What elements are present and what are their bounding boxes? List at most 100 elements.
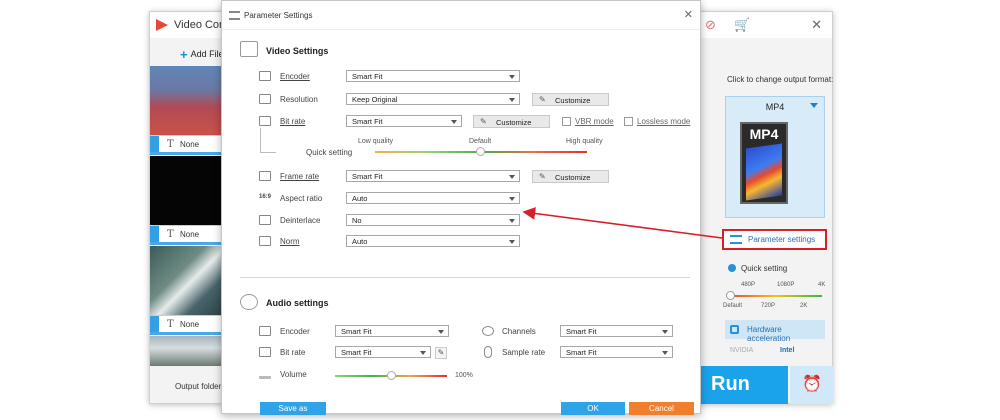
- subtitle-value: None: [180, 140, 200, 149]
- separator: [150, 242, 221, 245]
- aspect-ratio-icon: 16:9: [259, 194, 272, 200]
- cart-icon[interactable]: 🛒: [734, 17, 750, 33]
- norm-icon: [259, 236, 271, 246]
- tick-label: 480P: [741, 282, 756, 288]
- quick-setting-label: Quick setting: [741, 264, 788, 273]
- encoder-icon: [259, 71, 271, 81]
- pencil-icon[interactable]: ✎: [435, 347, 447, 359]
- volume-slider-handle[interactable]: [387, 371, 396, 380]
- volume-label: Volume: [280, 370, 307, 379]
- default-label: Default: [469, 138, 492, 145]
- tick-label: 1080P: [777, 282, 795, 288]
- close-icon[interactable]: ✕: [811, 17, 822, 33]
- video-bitrate-select[interactable]: Smart Fit: [346, 115, 462, 127]
- channels-label: Channels: [502, 327, 536, 336]
- select-value: Auto: [352, 237, 368, 246]
- channels-select[interactable]: Smart Fit: [560, 325, 673, 337]
- chip-icon: [730, 325, 739, 334]
- quick-setting-label: Quick setting: [306, 148, 353, 157]
- add-files-button[interactable]: + Add File: [180, 47, 224, 62]
- settings-icon: [229, 11, 240, 20]
- high-quality-label: High quality: [566, 138, 603, 145]
- subtitle-value: None: [180, 320, 200, 329]
- select-value: Smart Fit: [352, 172, 383, 181]
- speaker-icon: [240, 294, 258, 310]
- audio-bitrate-select[interactable]: Smart Fit: [335, 346, 431, 358]
- quality-slider-handle[interactable]: [726, 291, 735, 300]
- subtitle-strip[interactable]: T None: [150, 225, 221, 242]
- text-icon: T: [167, 319, 174, 330]
- sample-rate-select[interactable]: Smart Fit: [560, 346, 673, 358]
- text-icon: T: [167, 139, 174, 150]
- quality-slider-handle[interactable]: [476, 147, 485, 156]
- chevron-down-icon: [509, 98, 515, 102]
- video-thumbnail[interactable]: [150, 246, 221, 315]
- select-value: Smart Fit: [566, 348, 597, 357]
- parameter-settings-label: Parameter settings: [748, 235, 816, 244]
- norm-select[interactable]: Auto: [346, 235, 520, 247]
- quick-setting-icon: [728, 264, 736, 272]
- hardware-acceleration-label: Hardware acceleration: [747, 325, 791, 343]
- screenshot-stage: Video Conv ⊘ 🛒 ✕ + Add File T None T None…: [0, 0, 1000, 420]
- select-value: Smart Fit: [566, 327, 597, 336]
- run-button[interactable]: Run: [700, 366, 788, 404]
- vbr-mode-label: VBR mode: [575, 117, 614, 126]
- video-encoder-select[interactable]: Smart Fit: [346, 70, 520, 82]
- output-format-selector[interactable]: MP4 MP4: [725, 96, 825, 218]
- chevron-down-icon: [509, 219, 515, 223]
- alarm-clock-button[interactable]: ⏰: [790, 366, 833, 404]
- select-value: No: [352, 216, 362, 225]
- subtitle-strip[interactable]: T None: [150, 315, 221, 332]
- output-folder-label: Output folder:: [175, 382, 224, 391]
- video-thumbnail[interactable]: [150, 336, 221, 366]
- aspect-ratio-select[interactable]: Auto: [346, 192, 520, 204]
- video-thumbnail[interactable]: [150, 156, 221, 225]
- chevron-down-icon: [420, 351, 426, 355]
- resolution-select[interactable]: Keep Original: [346, 93, 520, 105]
- video-encoder-label[interactable]: Encoder: [280, 72, 310, 81]
- quick-setting-bracket: [260, 128, 276, 153]
- tick-label: 4K: [818, 282, 826, 288]
- bitrate-customize-button[interactable]: ✎ Customize: [473, 115, 550, 128]
- resolution-customize-button[interactable]: ✎ Customize: [532, 93, 609, 106]
- norm-label[interactable]: Norm: [280, 237, 300, 246]
- audio-encoder-select[interactable]: Smart Fit: [335, 325, 449, 337]
- chevron-down-icon: [509, 175, 515, 179]
- aspect-ratio-label: Aspect ratio: [280, 194, 323, 203]
- save-as-label: Save as: [278, 404, 308, 413]
- parameter-settings-button[interactable]: Parameter settings: [722, 229, 827, 250]
- frame-rate-label[interactable]: Frame rate: [280, 172, 319, 181]
- tick-label: Default: [723, 303, 743, 309]
- ok-button[interactable]: OK: [561, 402, 625, 415]
- subtitle-strip[interactable]: T None: [150, 135, 221, 152]
- bitrate-icon: [259, 116, 271, 126]
- resolution-icon: [259, 94, 271, 104]
- framerate-customize-button[interactable]: ✎ Customize: [532, 170, 609, 183]
- text-icon: T: [167, 229, 174, 240]
- video-settings-title: Video Settings: [266, 46, 329, 56]
- key-icon[interactable]: ⊘: [705, 17, 716, 33]
- tick-label: 2K: [800, 303, 808, 309]
- hardware-acceleration-button[interactable]: Hardware acceleration: [725, 320, 825, 343]
- audio-encoder-label: Encoder: [280, 327, 310, 336]
- subtitle-value: None: [180, 230, 200, 239]
- parameter-settings-dialog: Parameter Settings ✕ Video Settings Enco…: [221, 0, 701, 415]
- separator: [150, 332, 221, 335]
- deinterlace-label: Deinterlace: [280, 216, 321, 225]
- save-as-button[interactable]: Save as: [260, 402, 326, 415]
- chevron-down-icon: [662, 330, 668, 334]
- deinterlace-select[interactable]: No: [346, 214, 520, 226]
- quality-slider-track[interactable]: [730, 295, 822, 297]
- video-bitrate-label[interactable]: Bit rate: [280, 117, 305, 126]
- lossless-mode-checkbox[interactable]: [624, 117, 633, 126]
- frame-rate-select[interactable]: Smart Fit: [346, 170, 520, 182]
- vbr-mode-checkbox[interactable]: [562, 117, 571, 126]
- plus-icon: +: [180, 47, 188, 62]
- strip-marker: [150, 316, 159, 332]
- video-thumbnail[interactable]: [150, 66, 221, 135]
- chevron-down-icon: [810, 103, 818, 108]
- close-icon[interactable]: ✕: [684, 8, 693, 21]
- cancel-button[interactable]: Cancel: [629, 402, 694, 415]
- audio-bitrate-icon: [259, 347, 271, 357]
- run-label: Run: [711, 373, 750, 395]
